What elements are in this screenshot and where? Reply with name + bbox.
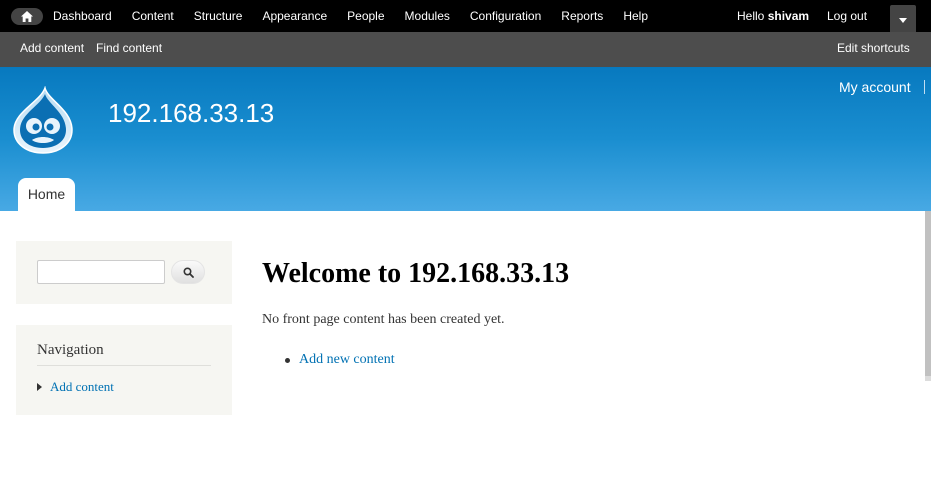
navigation-title: Navigation bbox=[37, 342, 104, 358]
admin-menu-modules[interactable]: Modules bbox=[395, 0, 460, 32]
chevron-down-icon bbox=[899, 18, 907, 23]
home-icon[interactable] bbox=[11, 8, 43, 25]
shortcut-add-content[interactable]: Add content bbox=[20, 32, 84, 65]
username-link[interactable]: shivam bbox=[768, 9, 809, 23]
site-name[interactable]: 192.168.33.13 bbox=[108, 98, 274, 129]
admin-toolbar: Dashboard Content Structure Appearance P… bbox=[0, 0, 931, 32]
add-new-content-link[interactable]: Add new content bbox=[299, 352, 395, 368]
logout-link[interactable]: Log out bbox=[827, 0, 867, 32]
shortcut-bar: Add content Find content Edit shortcuts bbox=[0, 32, 931, 67]
shortcut-find-content[interactable]: Find content bbox=[96, 32, 162, 65]
navigation-divider bbox=[37, 365, 211, 366]
shortcuts-toggle-button[interactable] bbox=[890, 5, 916, 32]
admin-menu-configuration[interactable]: Configuration bbox=[460, 0, 551, 32]
edit-shortcuts-link[interactable]: Edit shortcuts bbox=[837, 32, 910, 65]
user-greeting: Hello shivam bbox=[737, 0, 809, 32]
search-block bbox=[16, 241, 232, 304]
admin-menu-structure[interactable]: Structure bbox=[184, 0, 253, 32]
list-bullet bbox=[285, 357, 290, 363]
drupal-logo-icon[interactable] bbox=[12, 85, 74, 157]
admin-menu-dashboard[interactable]: Dashboard bbox=[43, 0, 122, 32]
admin-menu-help[interactable]: Help bbox=[613, 0, 658, 32]
search-button[interactable] bbox=[171, 260, 205, 284]
triangle-bullet-icon bbox=[37, 383, 42, 391]
admin-menu-content[interactable]: Content bbox=[122, 0, 184, 32]
main-link-list: Add new content bbox=[285, 352, 395, 368]
admin-menu-appearance[interactable]: Appearance bbox=[252, 0, 337, 32]
hello-text: Hello bbox=[737, 9, 768, 23]
admin-menu-people[interactable]: People bbox=[337, 0, 394, 32]
site-header: 192.168.33.13 My account Home bbox=[0, 67, 931, 211]
page-title: Welcome to 192.168.33.13 bbox=[262, 258, 570, 289]
navigation-item-add-content: Add content bbox=[37, 379, 114, 395]
navigation-block: Navigation Add content bbox=[16, 325, 232, 415]
admin-menu-reports[interactable]: Reports bbox=[551, 0, 613, 32]
navigation-link-add-content[interactable]: Add content bbox=[50, 379, 114, 395]
header-menu-divider bbox=[924, 80, 925, 94]
front-page-message: No front page content has been created y… bbox=[262, 312, 505, 327]
scrollbar-thumb[interactable] bbox=[925, 211, 931, 376]
admin-menu: Dashboard Content Structure Appearance P… bbox=[43, 0, 658, 32]
page-scrollbar[interactable] bbox=[925, 211, 931, 381]
my-account-link[interactable]: My account bbox=[839, 79, 911, 95]
search-icon bbox=[182, 266, 194, 278]
tab-home[interactable]: Home bbox=[18, 178, 75, 211]
search-input[interactable] bbox=[37, 260, 165, 284]
